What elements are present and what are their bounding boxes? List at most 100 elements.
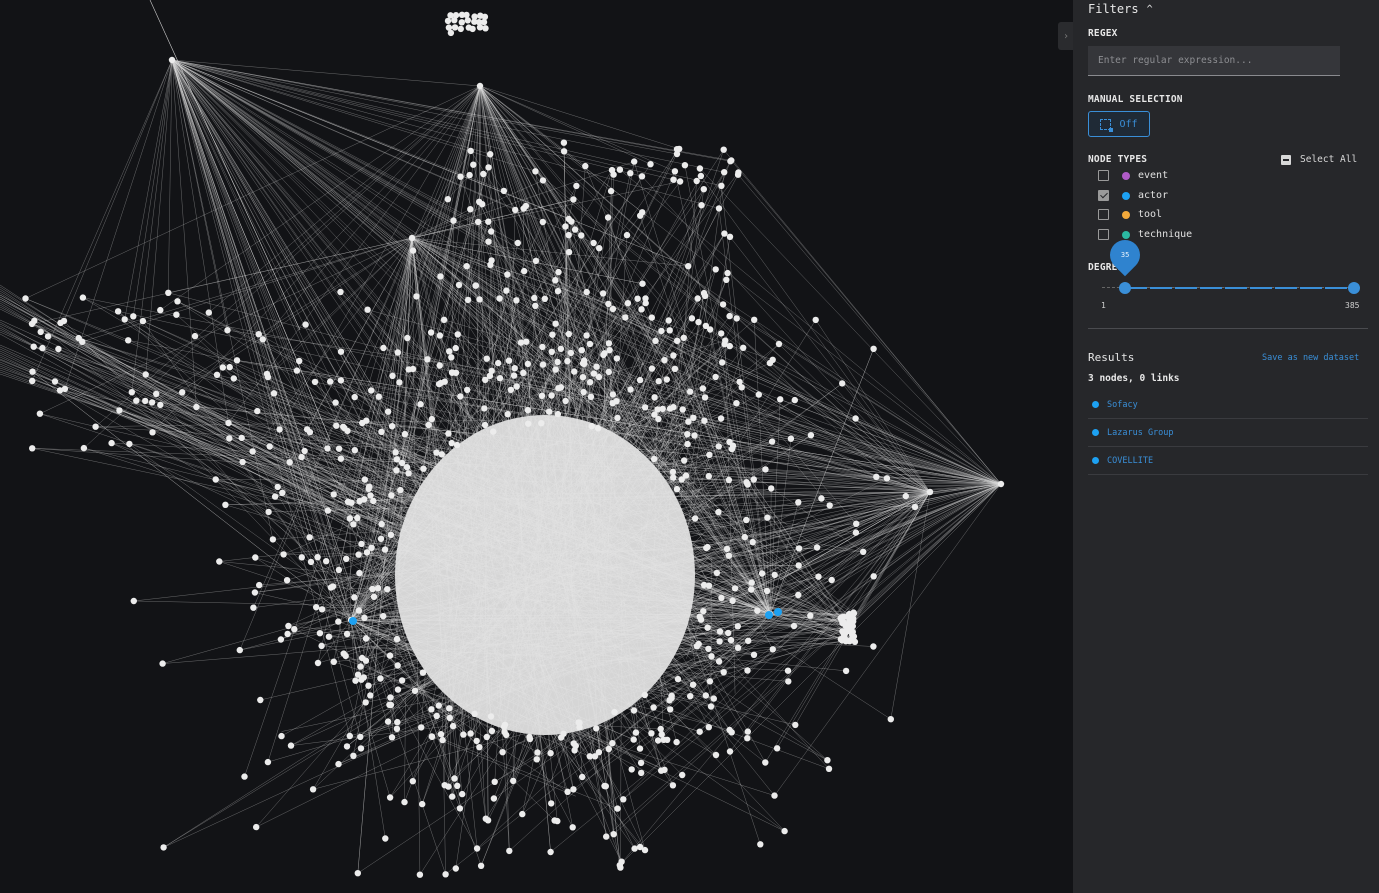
graph-node[interactable] xyxy=(238,434,245,442)
graph-node[interactable] xyxy=(768,438,776,445)
graph-node[interactable] xyxy=(255,331,262,338)
graph-node[interactable] xyxy=(459,790,466,798)
graph-node[interactable] xyxy=(744,735,751,742)
graph-node[interactable] xyxy=(287,742,295,749)
graph-node[interactable] xyxy=(453,441,461,449)
graph-node[interactable] xyxy=(700,289,708,297)
graph-node[interactable] xyxy=(790,622,798,630)
graph-node[interactable] xyxy=(226,363,233,371)
manual-selection-toggle[interactable]: Off xyxy=(1088,111,1150,137)
graph-node[interactable] xyxy=(616,166,624,173)
degree-range-slider[interactable]: 35 1 385 xyxy=(1088,233,1368,320)
graph-node[interactable] xyxy=(367,692,374,699)
graph-node[interactable] xyxy=(719,301,727,308)
graph-node[interactable] xyxy=(427,329,435,336)
graph-node[interactable] xyxy=(664,736,671,743)
graph-node[interactable] xyxy=(309,786,317,793)
graph-node[interactable] xyxy=(114,308,122,315)
graph-node[interactable] xyxy=(359,419,366,427)
graph-node[interactable] xyxy=(467,147,474,155)
graph-node[interactable] xyxy=(696,728,703,735)
graph-node[interactable] xyxy=(757,841,764,848)
graph-node[interactable] xyxy=(673,738,680,746)
graph-node[interactable] xyxy=(539,343,546,351)
graph-node[interactable] xyxy=(362,635,370,642)
graph-node[interactable] xyxy=(505,357,513,364)
graph-node[interactable] xyxy=(698,202,705,209)
graph-node[interactable] xyxy=(791,396,798,404)
graph-node[interactable] xyxy=(701,394,709,401)
graph-node[interactable] xyxy=(744,728,751,735)
graph-node[interactable] xyxy=(590,239,597,247)
graph-node[interactable] xyxy=(758,570,766,577)
graph-node[interactable] xyxy=(259,336,266,343)
graph-node[interactable] xyxy=(681,457,688,464)
graph-node[interactable] xyxy=(481,405,488,412)
graph-node[interactable] xyxy=(564,357,571,365)
graph-node[interactable] xyxy=(548,392,555,399)
graph-node[interactable] xyxy=(911,503,919,511)
graph-node[interactable] xyxy=(705,724,712,731)
graph-node[interactable] xyxy=(762,466,769,473)
graph-node[interactable] xyxy=(455,281,463,289)
graph-node[interactable] xyxy=(565,231,572,239)
graph-node[interactable] xyxy=(474,218,482,226)
graph-node[interactable] xyxy=(715,508,722,516)
graph-node[interactable] xyxy=(476,24,484,31)
graph-node[interactable] xyxy=(728,445,736,453)
graph-node[interactable] xyxy=(520,369,527,376)
graph-node[interactable] xyxy=(671,168,679,175)
graph-node[interactable] xyxy=(335,566,343,574)
graph-node[interactable] xyxy=(354,671,362,678)
graph-node[interactable] xyxy=(30,343,37,350)
graph-node[interactable] xyxy=(306,428,314,436)
graph-node[interactable] xyxy=(378,428,385,435)
graph-node[interactable] xyxy=(392,449,399,456)
graph-node[interactable] xyxy=(614,414,621,422)
graph-node[interactable] xyxy=(354,514,361,522)
graph-node[interactable] xyxy=(418,724,425,731)
graph-node[interactable] xyxy=(424,356,431,363)
graph-node[interactable] xyxy=(609,391,617,398)
graph-node[interactable] xyxy=(678,476,685,483)
graph-node[interactable] xyxy=(524,407,532,414)
graph-node[interactable] xyxy=(733,315,740,322)
graph-node[interactable] xyxy=(388,734,396,741)
graph-node[interactable] xyxy=(205,309,212,316)
graph-node[interactable] xyxy=(630,707,638,714)
result-item-covellite[interactable]: COVELLITE xyxy=(1088,447,1368,475)
graph-node[interactable] xyxy=(382,835,389,842)
graph-node[interactable] xyxy=(631,845,638,852)
graph-node[interactable] xyxy=(464,17,471,24)
graph-node[interactable] xyxy=(570,786,577,793)
graph-node[interactable] xyxy=(213,371,221,378)
graph-node[interactable] xyxy=(173,311,180,318)
graph-node[interactable] xyxy=(670,176,677,183)
graph-node[interactable] xyxy=(286,459,293,466)
graph-node[interactable] xyxy=(361,614,368,622)
graph-node[interactable] xyxy=(651,394,658,401)
graph-node[interactable] xyxy=(446,705,453,712)
graph-node[interactable] xyxy=(539,177,547,184)
graph-node[interactable] xyxy=(754,607,761,614)
graph-node[interactable] xyxy=(222,501,229,508)
graph-node[interactable] xyxy=(264,758,272,766)
graph-node[interactable] xyxy=(436,332,444,339)
graph-node[interactable] xyxy=(642,295,649,302)
graph-node[interactable] xyxy=(130,313,137,320)
graph-node[interactable] xyxy=(362,699,369,706)
graph-node[interactable] xyxy=(769,356,776,363)
graph-node[interactable] xyxy=(454,782,461,789)
graph-node[interactable] xyxy=(337,288,344,296)
graph-node[interactable] xyxy=(695,318,702,326)
graph-node[interactable] xyxy=(519,810,526,818)
graph-node[interactable] xyxy=(691,432,698,439)
graph-node[interactable] xyxy=(637,759,645,767)
graph-node[interactable] xyxy=(687,693,694,700)
graph-node[interactable] xyxy=(343,555,350,562)
graph-node[interactable] xyxy=(55,345,62,353)
graph-node[interactable] xyxy=(541,295,548,302)
graph-node[interactable] xyxy=(330,658,337,665)
graph-node[interactable] xyxy=(384,586,391,593)
graph-node[interactable] xyxy=(360,674,367,681)
